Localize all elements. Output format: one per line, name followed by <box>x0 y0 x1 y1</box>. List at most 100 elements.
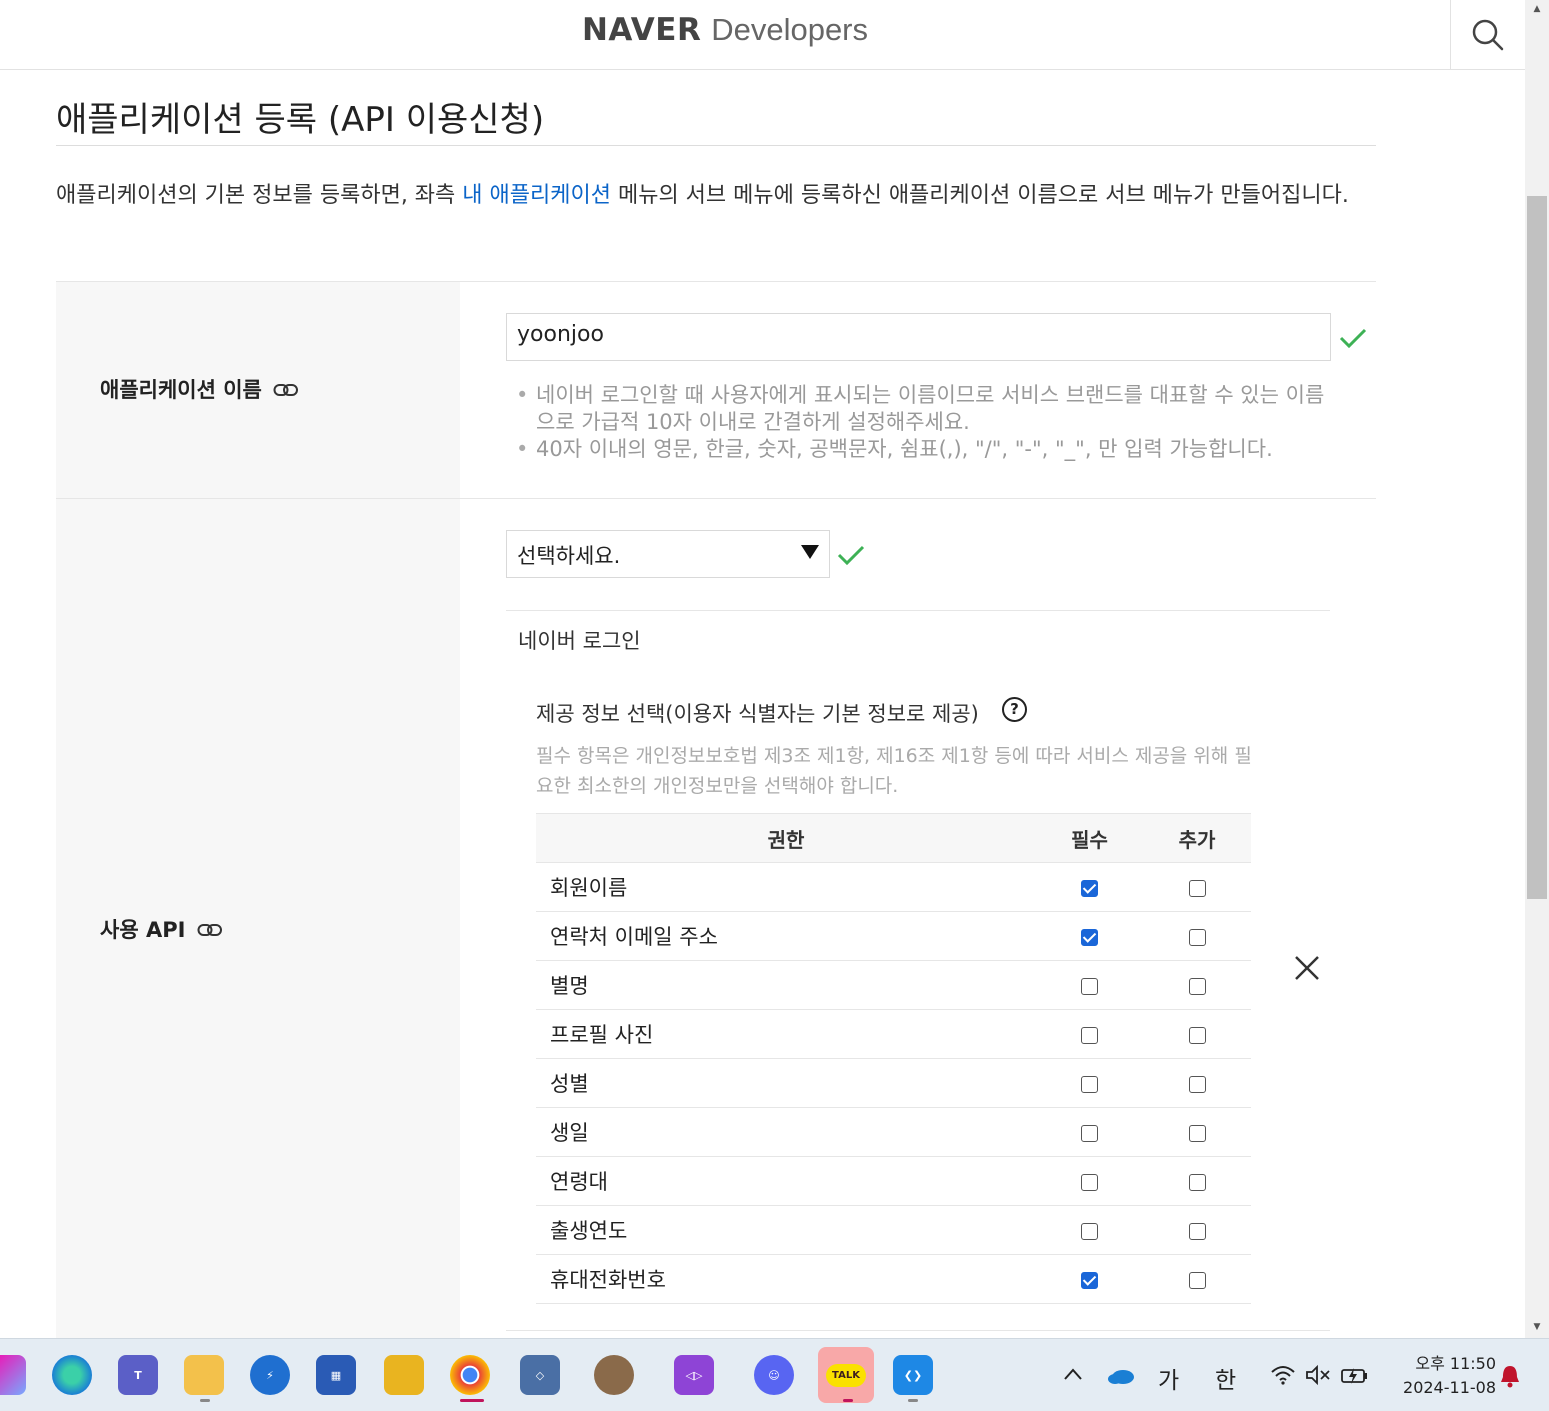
network-app-icon[interactable] <box>384 1355 424 1395</box>
app-name-hint-2: 40자 이내의 영문, 한글, 숫자, 공백문자, 쉼표(,), "/", "-… <box>516 436 1336 463</box>
page-title: 애플리케이션 등록 (API 이용신청) <box>56 100 545 140</box>
permission-name: 프로필 사진 <box>536 1009 1036 1059</box>
system-clock[interactable]: 오후 11:50 2024-11-08 <box>1386 1352 1496 1400</box>
optional-checkbox[interactable] <box>1188 1075 1206 1093</box>
logo-developers: Developers <box>711 12 869 47</box>
chrome-browser-icon[interactable] <box>450 1355 490 1395</box>
clock-time: 오후 11:50 <box>1415 1354 1496 1373</box>
optional-checkbox[interactable] <box>1188 1026 1206 1044</box>
intro-text-before: 애플리케이션의 기본 정보를 등록하면, 좌측 <box>56 183 463 208</box>
close-icon[interactable] <box>1292 953 1322 983</box>
permission-table: 권한 필수 추가 회원이름 연락처 이메일 주소 별명 프로필 사진 성별 생일 연령대 출생… <box>536 813 1251 1304</box>
api-label: 사용 API <box>100 914 223 944</box>
search-icon <box>1472 19 1504 51</box>
taskbar-indicator <box>200 1399 210 1402</box>
link-icon[interactable] <box>273 382 299 398</box>
ime-mode-han[interactable]: 한 <box>1215 1361 1236 1395</box>
app-name-hint-1: 네이버 로그인할 때 사용자에게 표시되는 이름이므로 서비스 브랜드를 대표할… <box>516 382 1336 436</box>
header-optional: 추가 <box>1143 813 1251 863</box>
vscode-icon[interactable]: ❮❯ <box>893 1355 933 1395</box>
permission-name: 성별 <box>536 1058 1036 1108</box>
edge-browser-icon[interactable] <box>52 1355 92 1395</box>
taskbar-indicator <box>843 1399 853 1402</box>
valid-check-icon <box>1339 328 1367 349</box>
scroll-up-arrow-icon[interactable]: ▲ <box>1529 4 1545 14</box>
link-icon[interactable] <box>197 922 223 938</box>
optional-checkbox[interactable] <box>1188 879 1206 897</box>
scroll-down-arrow-icon[interactable]: ▼ <box>1529 1322 1545 1332</box>
discord-icon[interactable]: ☺ <box>754 1355 794 1395</box>
table-row: 생일 <box>536 1107 1251 1157</box>
volume-muted-icon[interactable] <box>1305 1364 1331 1386</box>
virtualbox-icon[interactable]: ◇ <box>520 1355 560 1395</box>
table-row: 별명 <box>536 960 1251 1010</box>
permission-name: 휴대전화번호 <box>536 1254 1036 1304</box>
required-checkbox[interactable] <box>1081 1173 1098 1191</box>
required-checkbox[interactable] <box>1081 879 1098 897</box>
kakaotalk-icon[interactable]: TALK <box>818 1347 874 1403</box>
optional-cell <box>1143 1009 1251 1059</box>
file-explorer-icon[interactable] <box>184 1355 224 1395</box>
my-applications-link[interactable]: 내 애플리케이션 <box>462 183 611 208</box>
required-checkbox[interactable] <box>1081 1124 1098 1142</box>
optional-cell <box>1143 911 1251 961</box>
required-checkbox[interactable] <box>1081 928 1098 946</box>
optional-checkbox[interactable] <box>1188 1271 1206 1289</box>
ime-mode-ga[interactable]: 가 <box>1158 1361 1179 1395</box>
naver-developers-logo[interactable]: NAVER Developers <box>0 12 1450 48</box>
api-panel-divider <box>506 610 1330 611</box>
microsoft-store-icon[interactable]: ▦ <box>316 1355 356 1395</box>
copilot-icon[interactable] <box>0 1355 26 1395</box>
table-row: 회원이름 <box>536 862 1251 912</box>
required-checkbox[interactable] <box>1081 1075 1098 1093</box>
taskbar-indicator <box>908 1399 918 1402</box>
intro-text-after: 메뉴의 서브 메뉴에 등록하신 애플리케이션 이름으로 서브 메뉴가 만들어집니… <box>610 183 1349 208</box>
notification-bell-icon[interactable] <box>1498 1364 1522 1390</box>
optional-cell <box>1143 1058 1251 1108</box>
optional-checkbox[interactable] <box>1188 1124 1206 1142</box>
app-name-input[interactable]: yoonjoo <box>506 313 1331 361</box>
required-checkbox[interactable] <box>1081 977 1098 995</box>
required-cell <box>1036 1058 1143 1108</box>
permission-name: 연령대 <box>536 1156 1036 1206</box>
required-checkbox[interactable] <box>1081 1222 1098 1240</box>
battery-charging-icon[interactable] <box>1340 1364 1370 1386</box>
header-permission: 권한 <box>536 813 1036 863</box>
required-cell <box>1036 1156 1143 1206</box>
permission-name: 출생연도 <box>536 1205 1036 1255</box>
optional-cell <box>1143 862 1251 912</box>
onedrive-icon[interactable] <box>1106 1364 1136 1386</box>
optional-checkbox[interactable] <box>1188 928 1206 946</box>
api-select[interactable]: 선택하세요. <box>506 530 830 578</box>
app-name-hints: 네이버 로그인할 때 사용자에게 표시되는 이름이므로 서비스 브랜드를 대표할… <box>516 382 1336 463</box>
table-row: 휴대전화번호 <box>536 1254 1251 1304</box>
search-button[interactable] <box>1450 0 1525 70</box>
help-icon[interactable]: ? <box>1002 697 1027 722</box>
app-name-label-text: 애플리케이션 이름 <box>100 378 262 402</box>
permission-name: 회원이름 <box>536 862 1036 912</box>
info-select-title: 제공 정보 선택(이용자 식별자는 기본 정보로 제공) <box>536 702 979 726</box>
table-row: 프로필 사진 <box>536 1009 1251 1059</box>
required-checkbox[interactable] <box>1081 1271 1098 1289</box>
header-required: 필수 <box>1036 813 1143 863</box>
optional-checkbox[interactable] <box>1188 1173 1206 1191</box>
required-cell <box>1036 862 1143 912</box>
wifi-icon[interactable] <box>1270 1364 1296 1386</box>
clock-date: 2024-11-08 <box>1403 1378 1496 1397</box>
required-checkbox[interactable] <box>1081 1026 1098 1044</box>
quick-assist-icon[interactable]: ⚡ <box>250 1355 290 1395</box>
optional-checkbox[interactable] <box>1188 977 1206 995</box>
table-row: 출생연도 <box>536 1205 1251 1255</box>
scrollbar-thumb[interactable] <box>1527 196 1547 899</box>
permission-name: 별명 <box>536 960 1036 1010</box>
avatar-app-icon[interactable] <box>594 1355 634 1395</box>
permission-name: 생일 <box>536 1107 1036 1157</box>
optional-checkbox[interactable] <box>1188 1222 1206 1240</box>
chevron-up-icon[interactable] <box>1063 1367 1083 1381</box>
info-select-description: 필수 항목은 개인정보보호법 제3조 제1항, 제16조 제1항 등에 따라 서… <box>536 745 1252 797</box>
logo-naver: NAVER <box>581 12 702 48</box>
teams-icon[interactable]: T <box>118 1355 158 1395</box>
table-row: 연령대 <box>536 1156 1251 1206</box>
visual-studio-icon[interactable]: ◁▷ <box>674 1355 714 1395</box>
table-row: 연락처 이메일 주소 <box>536 911 1251 961</box>
